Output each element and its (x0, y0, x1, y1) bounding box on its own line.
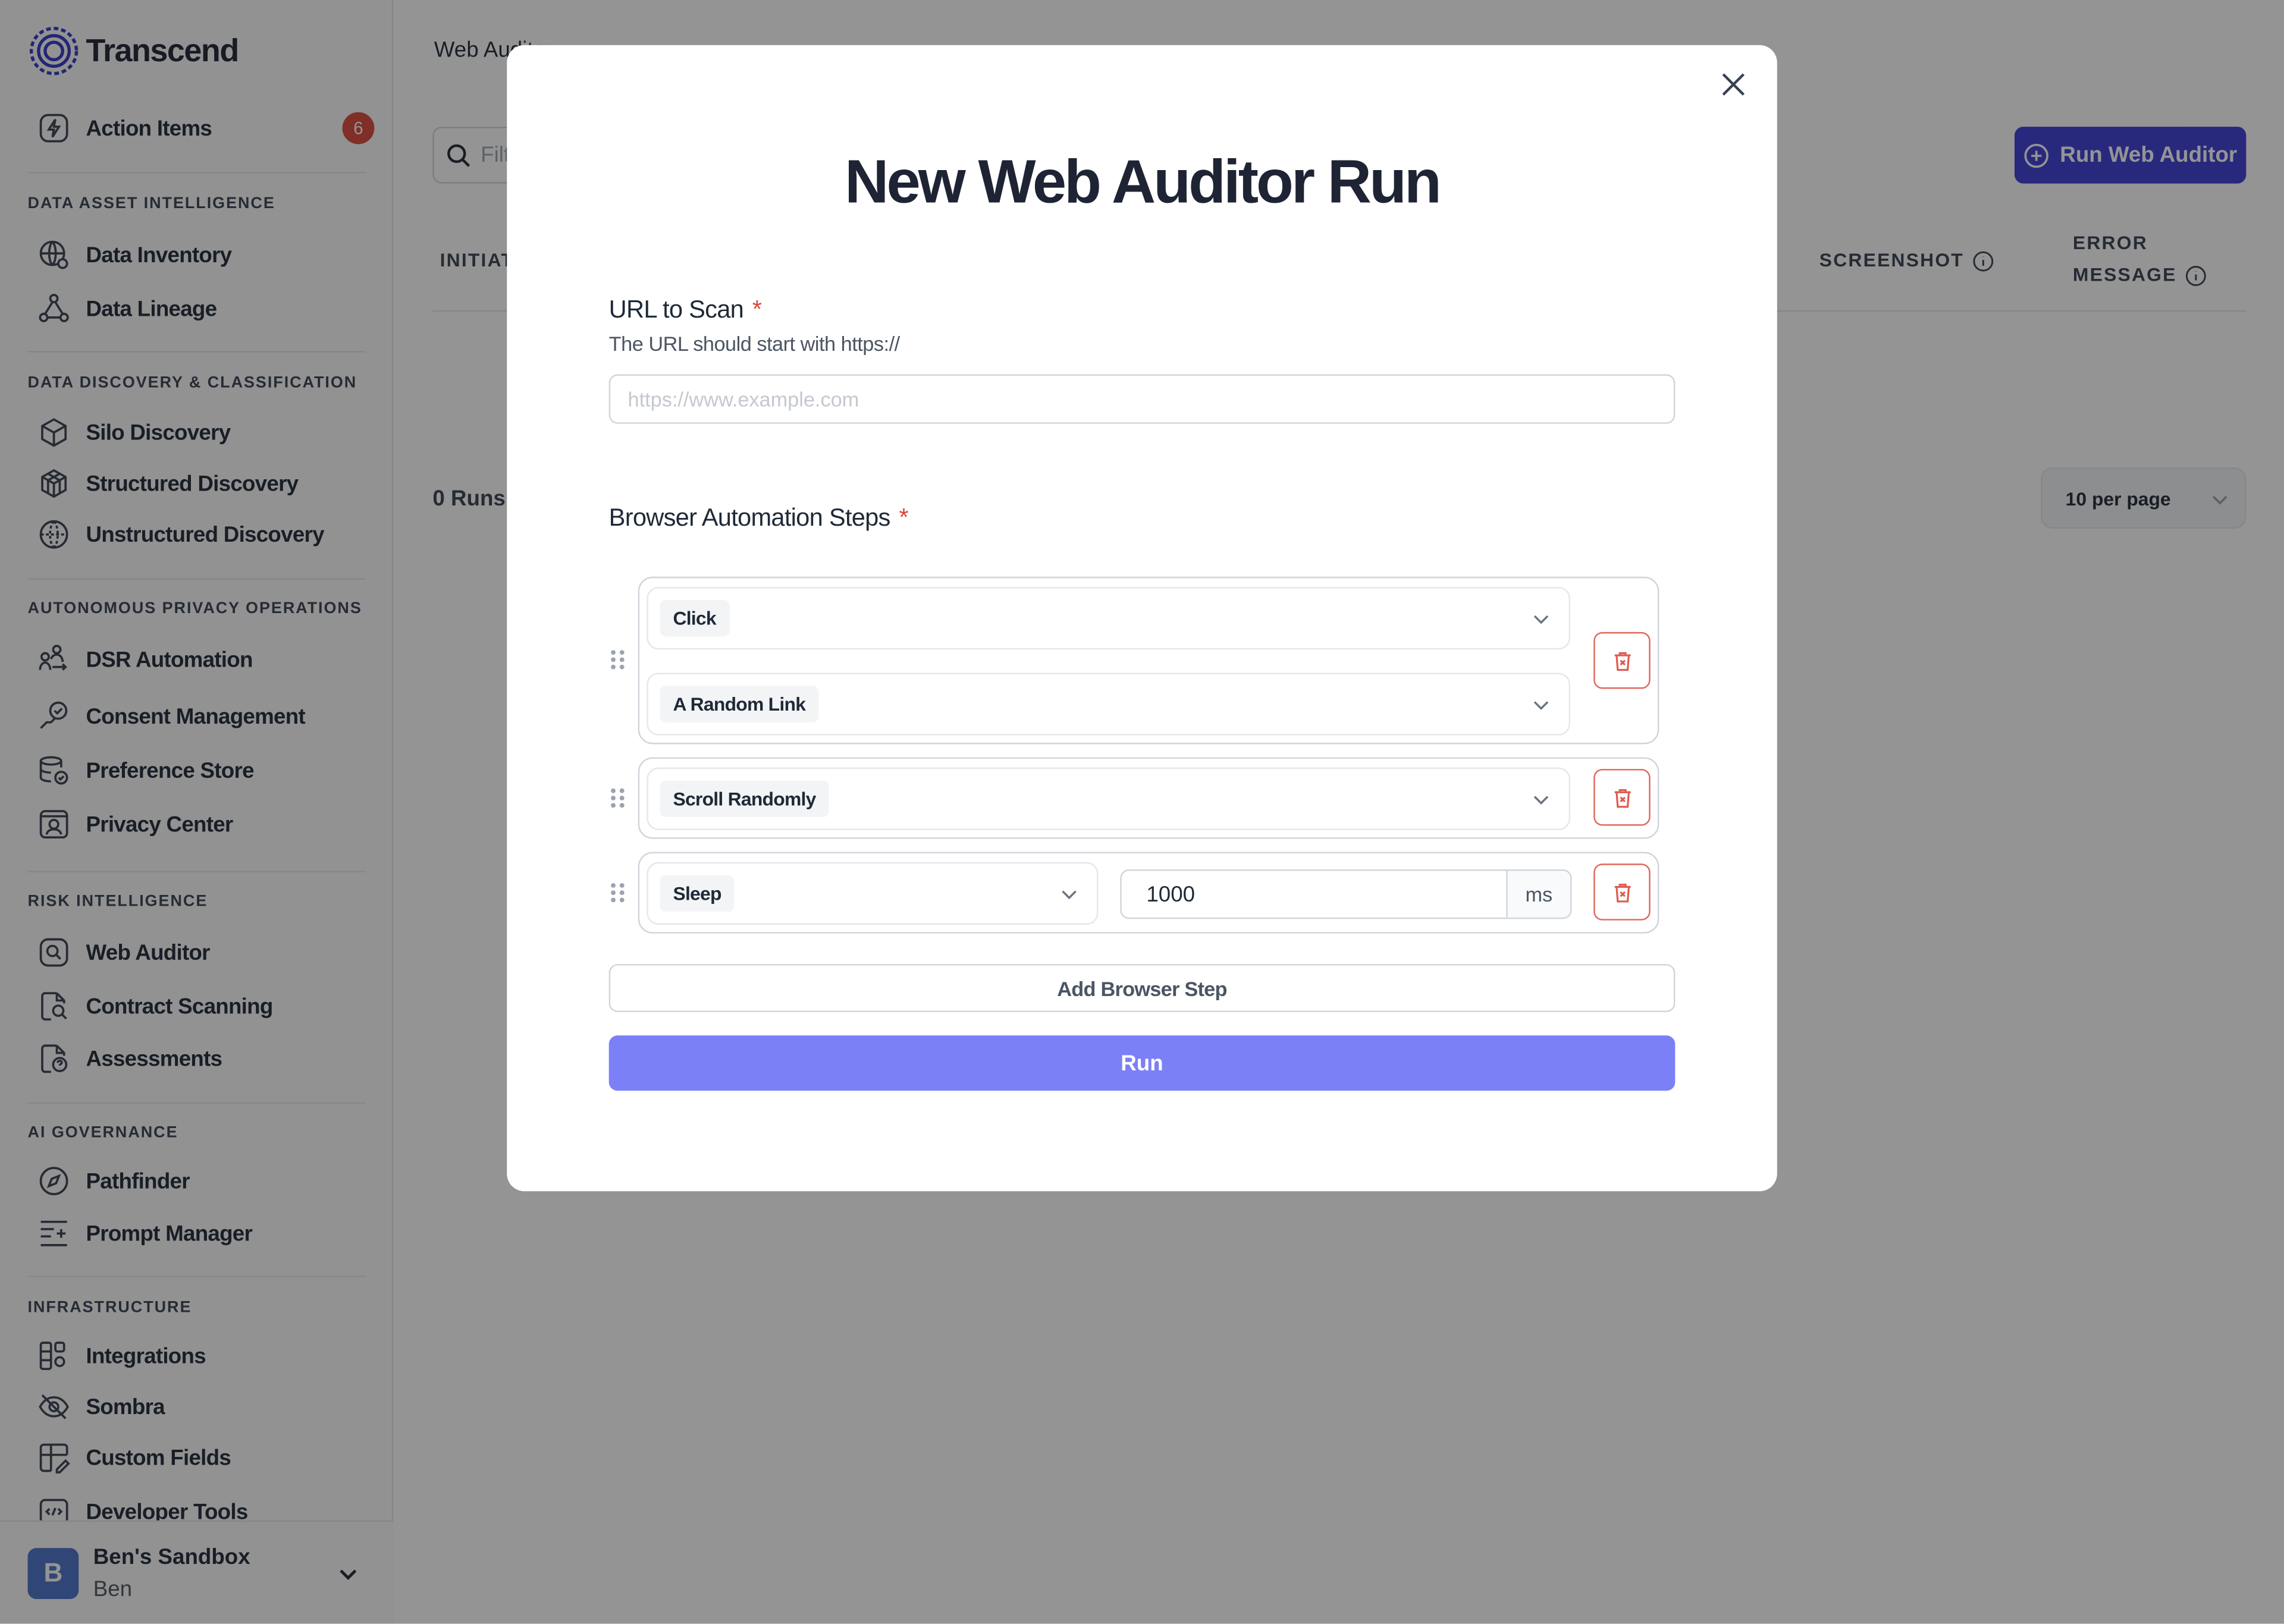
close-icon (1722, 73, 1745, 96)
step-action-value: Sleep (660, 875, 735, 912)
chevron-down-icon (1059, 884, 1079, 912)
url-label-text: URL to Scan (608, 296, 744, 323)
delete-step-button[interactable] (1593, 632, 1651, 689)
close-modal-button[interactable] (1716, 67, 1751, 102)
sleep-duration-value: 1000 (1146, 881, 1196, 907)
new-run-modal: New Web Auditor Run URL to Scan * The URL… (507, 45, 1777, 1192)
step-target-select[interactable]: A Random Link (647, 673, 1571, 736)
trash-icon (1614, 788, 1630, 808)
chevron-down-icon (1531, 789, 1551, 817)
modal-title: New Web Auditor Run (845, 147, 1442, 216)
browser-step-card: Click A Random Link (638, 576, 1659, 745)
trash-icon (1614, 651, 1630, 670)
required-asterisk: * (899, 504, 908, 532)
steps-label-text: Browser Automation Steps (608, 504, 891, 532)
chevron-down-icon (1531, 695, 1551, 723)
drag-handle-icon[interactable] (609, 881, 626, 912)
steps-field-label: Browser Automation Steps * (608, 504, 909, 533)
step-action-select[interactable]: Sleep (647, 862, 1099, 925)
url-field-help: The URL should start with https:// (608, 332, 900, 356)
browser-step-card: Scroll Randomly (638, 757, 1659, 839)
url-field-label: URL to Scan * (609, 296, 762, 325)
step-action-value: Scroll Randomly (660, 780, 829, 817)
add-browser-step-button[interactable]: Add Browser Step (608, 964, 1676, 1013)
drag-handle-icon[interactable] (609, 648, 626, 679)
run-button[interactable]: Run (608, 1035, 1676, 1091)
step-action-value: Click (660, 599, 729, 637)
url-input[interactable] (608, 374, 1676, 424)
sleep-duration-unit: ms (1506, 871, 1571, 918)
step-target-value: A Random Link (660, 686, 819, 723)
required-asterisk: * (752, 296, 762, 323)
trash-icon (1614, 882, 1630, 902)
delete-step-button[interactable] (1593, 863, 1651, 921)
browser-step-card: Sleep 1000 ms (638, 852, 1659, 934)
delete-step-button[interactable] (1593, 769, 1651, 826)
drag-handle-icon[interactable] (609, 786, 626, 816)
sleep-duration-input[interactable]: 1000 ms (1120, 869, 1572, 919)
step-action-select[interactable]: Scroll Randomly (647, 767, 1571, 830)
step-action-select[interactable]: Click (647, 586, 1571, 650)
chevron-down-icon (1531, 609, 1551, 637)
